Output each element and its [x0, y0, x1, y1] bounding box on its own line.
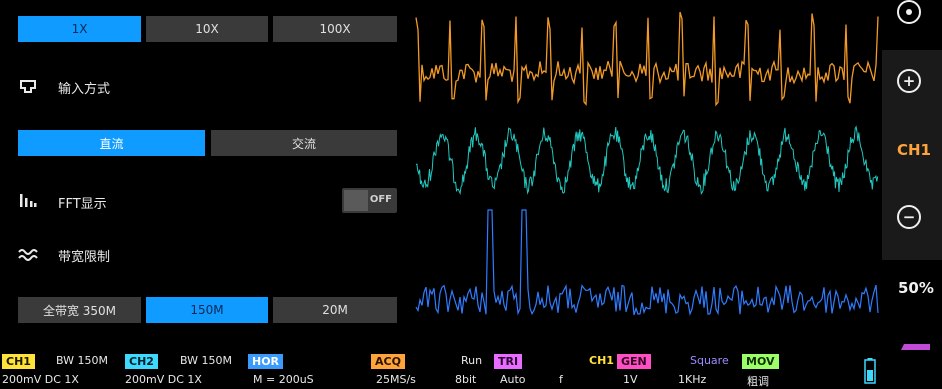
ch2-tag[interactable]: CH2	[125, 354, 158, 369]
percent-readout: 50%	[898, 279, 934, 297]
fft-icon	[20, 194, 37, 207]
tri-tag[interactable]: TRI	[494, 354, 523, 369]
bit-depth: 8bit	[455, 373, 477, 386]
adjust-mode: 粗调	[747, 375, 769, 388]
input-mode-icon	[20, 80, 36, 93]
fft-toggle[interactable]: OFF	[342, 188, 397, 213]
bandwidth-wave-icon	[18, 249, 38, 261]
zoom-in-icon[interactable]: +	[897, 69, 921, 93]
bandwidth-label: 带宽限制	[58, 250, 111, 265]
bw-20m-button[interactable]: 20M	[273, 297, 397, 323]
ch2-scale: 200mV DC 1X	[125, 373, 202, 386]
fft-label: FFT显示	[58, 197, 107, 212]
ch1-waveform	[415, 11, 879, 107]
gen-channel: CH1	[589, 354, 614, 367]
ac-coupling-button[interactable]: 交流	[211, 130, 397, 156]
gen-frequency: 1KHz	[678, 373, 707, 386]
hor-tag[interactable]: HOR	[248, 354, 284, 369]
input-mode-label: 输入方式	[58, 82, 111, 97]
mov-tag[interactable]: MOV	[742, 354, 779, 369]
probe-1x-button[interactable]: 1X	[18, 16, 141, 42]
gen-waveform-type: Square	[690, 354, 729, 367]
toggle-state-text: OFF	[369, 194, 392, 205]
dc-coupling-button[interactable]: 直流	[18, 130, 205, 156]
target-icon[interactable]	[897, 0, 921, 24]
gen-tag[interactable]: GEN	[617, 354, 651, 369]
timebase: M = 200uS	[253, 373, 314, 386]
probe-100x-button[interactable]: 100X	[273, 16, 397, 42]
battery-icon	[864, 358, 876, 384]
bw-150m-button[interactable]: 150M	[146, 297, 268, 323]
run-status: Run	[461, 354, 483, 367]
sample-rate: 25MS/s	[376, 373, 416, 386]
toggle-knob	[344, 190, 368, 211]
fft-waveform	[415, 209, 879, 317]
gen-amplitude: 1V	[623, 373, 638, 386]
acq-tag[interactable]: ACQ	[371, 354, 405, 369]
waveform-display	[415, 11, 879, 317]
bw-full-button[interactable]: 全带宽 350M	[18, 297, 141, 323]
ch1-tag[interactable]: CH1	[2, 354, 35, 369]
ch1-scale: 200mV DC 1X	[2, 373, 79, 386]
probe-10x-button[interactable]: 10X	[146, 16, 268, 42]
trigger-mode: Auto	[500, 373, 526, 386]
channel-label[interactable]: CH1	[897, 141, 931, 159]
trigger-edge: f	[559, 373, 563, 386]
ch2-bandwidth: BW 150M	[180, 354, 233, 367]
ch2-waveform	[415, 125, 879, 196]
zoom-out-icon[interactable]: −	[897, 205, 921, 229]
ch1-bandwidth: BW 150M	[56, 354, 109, 367]
